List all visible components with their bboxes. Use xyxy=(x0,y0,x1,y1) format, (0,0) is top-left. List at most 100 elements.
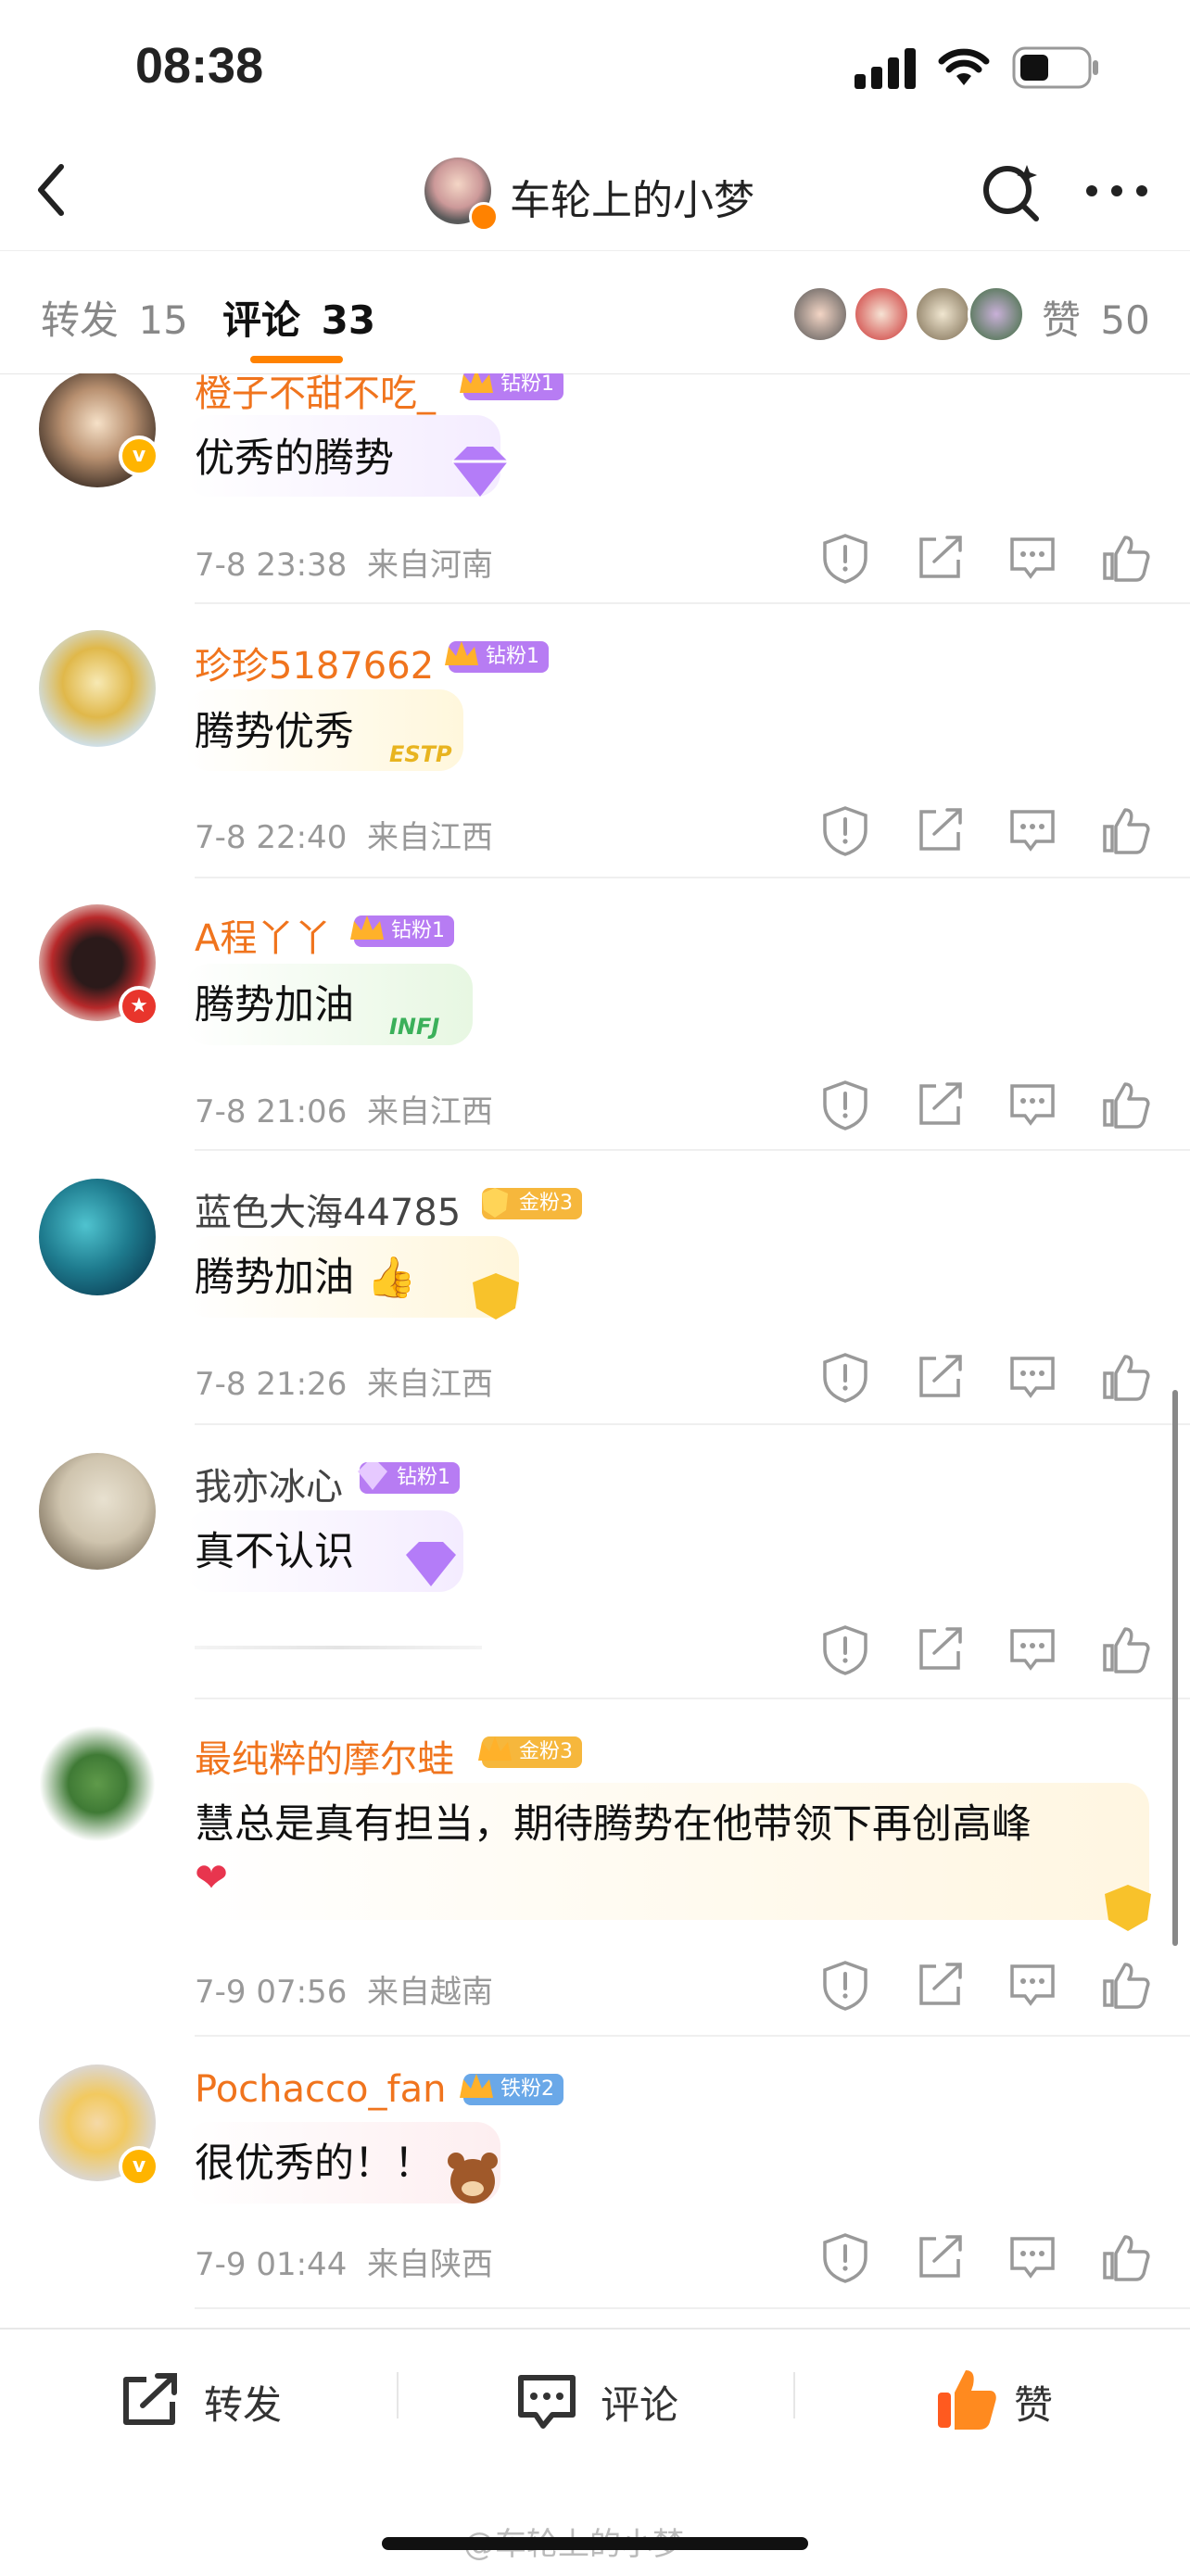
report-icon[interactable] xyxy=(819,2231,871,2283)
divider xyxy=(397,2372,399,2418)
share-icon[interactable] xyxy=(914,1623,966,1675)
comment-location: 来自江西 xyxy=(366,1366,493,1403)
like-icon[interactable] xyxy=(1099,2231,1151,2283)
tab-like-count: 50 xyxy=(1100,297,1150,343)
share-icon[interactable] xyxy=(914,1079,966,1130)
comment-text: 腾势加油 👍 xyxy=(195,1255,417,1301)
verified-badge-icon: ★ xyxy=(119,986,159,1027)
crown-icon xyxy=(460,373,493,393)
reply-icon[interactable] xyxy=(1006,532,1058,584)
like-icon[interactable] xyxy=(1099,532,1151,584)
reply-icon[interactable] xyxy=(1006,1079,1058,1130)
like-icon[interactable] xyxy=(1099,1351,1151,1403)
like-icon[interactable] xyxy=(1099,1079,1151,1130)
crown-icon xyxy=(460,2074,493,2098)
tab-repost-count: 15 xyxy=(138,297,188,343)
liker-avatar[interactable] xyxy=(791,285,849,343)
comment-username[interactable]: 蓝色大海44785 xyxy=(195,1182,461,1236)
comment-text: 很优秀的！！ xyxy=(195,2140,434,2187)
search-sparkle-icon[interactable] xyxy=(981,161,1042,222)
share-icon[interactable] xyxy=(914,804,966,856)
like-icon[interactable] xyxy=(1099,804,1151,856)
fan-badge-label: 金粉3 xyxy=(519,1740,573,1763)
chevron-left-icon[interactable] xyxy=(28,158,74,222)
like-icon[interactable] xyxy=(1099,1959,1151,2011)
crown-icon xyxy=(478,1736,512,1761)
verified-badge-icon: v xyxy=(119,436,159,476)
fan-badge[interactable]: 钻粉1 xyxy=(445,641,549,673)
user-avatar[interactable] xyxy=(39,1725,156,1842)
tab-comment-label: 评论 xyxy=(222,297,301,343)
thumbs-up-filled-icon xyxy=(938,2370,996,2430)
comment-text: 腾势加油 xyxy=(195,982,354,1029)
user-avatar[interactable] xyxy=(39,1453,156,1570)
share-icon[interactable] xyxy=(914,2231,966,2283)
share-icon[interactable] xyxy=(914,1351,966,1403)
fan-badge[interactable]: 金粉3 xyxy=(482,1188,582,1219)
status-time: 08:38 xyxy=(135,38,264,94)
fan-badge[interactable]: 铁粉2 xyxy=(460,2074,563,2105)
report-icon[interactable] xyxy=(819,532,871,584)
comment-username[interactable]: 最纯粹的摩尔蛙 xyxy=(195,1729,454,1783)
report-icon[interactable] xyxy=(819,1079,871,1130)
comment-time: 7-8 23:38 xyxy=(195,547,348,584)
comment-time: 7-9 01:44 xyxy=(195,2246,348,2283)
share-icon[interactable] xyxy=(914,532,966,584)
liker-avatar[interactable] xyxy=(914,285,971,343)
fan-badge[interactable]: 钻粉1 xyxy=(350,915,454,947)
fan-badge-label: 金粉3 xyxy=(519,1192,573,1215)
tab-like-label: 赞 xyxy=(1042,297,1082,343)
comment-button[interactable]: 评论 xyxy=(515,2370,756,2435)
comment-time: 7-8 21:06 xyxy=(195,1093,348,1130)
page-title[interactable]: 车轮上的小梦 xyxy=(510,167,754,226)
user-avatar[interactable] xyxy=(39,1179,156,1295)
like-button[interactable]: 赞 xyxy=(934,2365,1120,2439)
reply-icon[interactable] xyxy=(1006,2231,1058,2283)
share-icon[interactable] xyxy=(914,1959,966,2011)
reply-icon[interactable] xyxy=(1006,1959,1058,2011)
comment-username[interactable]: 我亦冰心 xyxy=(195,1457,343,1510)
divider xyxy=(195,2035,1190,2037)
tab-repost[interactable]: 转发 15 xyxy=(41,289,188,346)
battery-icon xyxy=(1012,46,1098,89)
comment-username[interactable]: Pochacco_fan xyxy=(195,2068,446,2111)
reply-icon[interactable] xyxy=(1006,1623,1058,1675)
reply-icon[interactable] xyxy=(1006,1351,1058,1403)
comment-username[interactable]: 珍珍5187662 xyxy=(195,636,434,689)
fan-badge[interactable]: 钻粉1 xyxy=(358,1462,460,1494)
reply-icon[interactable] xyxy=(1006,804,1058,856)
report-icon[interactable] xyxy=(819,1351,871,1403)
comment-username[interactable]: A程丫丫 xyxy=(195,908,331,962)
comment-location: 来自江西 xyxy=(366,1093,493,1130)
comment-username[interactable]: 橙子不甜不吃_ xyxy=(195,373,436,417)
user-avatar[interactable] xyxy=(39,630,156,747)
fan-badge[interactable]: 金粉3 xyxy=(478,1736,582,1768)
comment-list[interactable]: v 橙子不甜不吃_ 钻粉1 优秀的腾势 7-8 23:38 来自河南 珍珍518… xyxy=(0,373,1190,2327)
divider xyxy=(195,877,1190,878)
diamond-sticker-icon xyxy=(406,1542,456,1586)
comment-time: 7-8 22:40 xyxy=(195,819,348,856)
more-icon[interactable] xyxy=(1084,182,1149,200)
gold-badge-sticker-icon xyxy=(473,1273,519,1320)
comment-location: 来自陕西 xyxy=(366,2246,493,2283)
verified-badge-icon xyxy=(469,202,499,232)
tab-like[interactable]: 赞 50 xyxy=(1042,289,1150,346)
liker-avatar[interactable] xyxy=(853,285,910,343)
comment-location: 来自越南 xyxy=(366,1974,493,2011)
home-indicator[interactable] xyxy=(382,2537,808,2550)
repost-label: 转发 xyxy=(204,2382,283,2428)
tab-comment[interactable]: 评论 33 xyxy=(222,289,375,346)
report-icon[interactable] xyxy=(819,1623,871,1675)
report-icon[interactable] xyxy=(819,1959,871,2011)
comment-location: 来自江西 xyxy=(366,819,493,856)
repost-button[interactable]: 转发 xyxy=(119,2370,378,2435)
like-icon[interactable] xyxy=(1099,1623,1151,1675)
like-label: 赞 xyxy=(1014,2382,1054,2428)
divider xyxy=(195,1698,1190,1699)
crown-icon xyxy=(445,641,478,665)
scrollbar[interactable] xyxy=(1172,1390,1178,1946)
comment-text: 真不认识 xyxy=(195,1529,354,1575)
fan-badge[interactable]: 钻粉1 xyxy=(460,373,563,400)
report-icon[interactable] xyxy=(819,804,871,856)
liker-avatar[interactable] xyxy=(968,285,1025,343)
